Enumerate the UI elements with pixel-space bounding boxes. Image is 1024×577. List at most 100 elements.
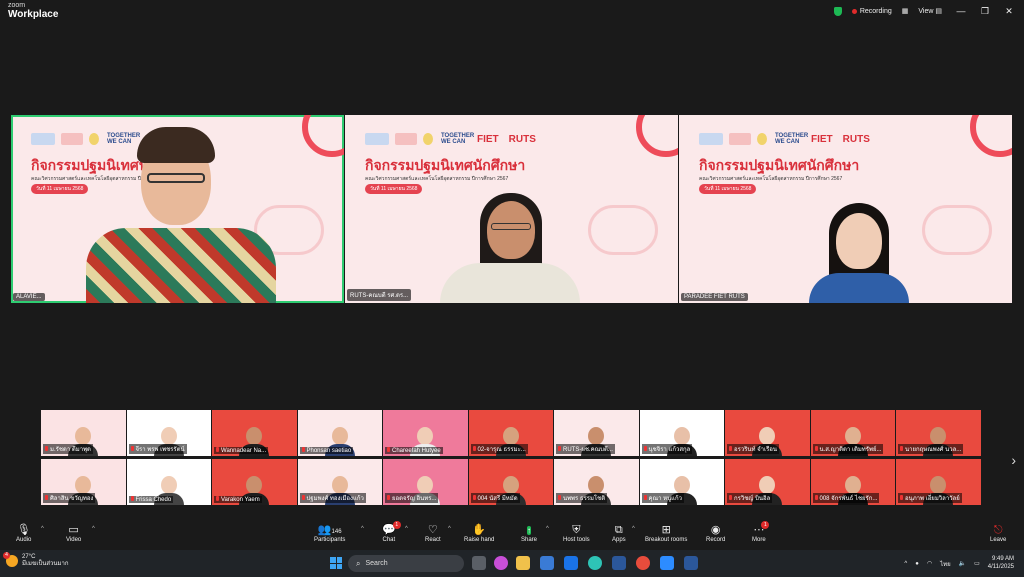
slide-logos: TOGETHER WE CAN FIET RUTS [699, 133, 872, 145]
more-button[interactable]: ⋯ 1 More [752, 521, 770, 543]
gallery-tile[interactable]: ยอดจรัญ อินทร... [383, 459, 469, 505]
mic-muted-icon [643, 446, 647, 451]
tray-app-icon[interactable]: ● [915, 561, 919, 567]
mic-muted-icon [216, 496, 219, 501]
gallery-tile[interactable]: จีรา พรพ เพชรรัตน์ [126, 410, 212, 456]
copilot-icon[interactable] [494, 556, 508, 570]
fiet-logo: FIET [811, 133, 833, 145]
gallery-tile[interactable]: อนุภาพ เอี่ยมวิลาวัลย์ [896, 459, 982, 505]
gallery-participant-name: 004 นัสรี มีหมัด [470, 493, 520, 503]
participants-icon: 👥146 [317, 524, 342, 536]
slide-title: กิจกรรมปฐมนิเทศนักศึกษา [699, 157, 860, 173]
slide-bubble-decoration [588, 205, 658, 255]
together-logo: TOGETHER WE CAN [441, 133, 475, 145]
weather-widget[interactable]: 4 27°C มีเมฆเป็นส่วนมาก [3, 552, 68, 568]
gallery-tile[interactable]: 004 นัสรี มีหมัด [468, 459, 554, 505]
store-icon[interactable] [540, 556, 554, 570]
minimize-icon[interactable]: — [952, 6, 970, 16]
slide-subtitle: คณะวิศวกรรมศาสตร์และเทคโนโลยีอุตสาหกรรม … [365, 176, 509, 182]
gallery-tile[interactable]: นพพร ธรรมโชติ [554, 459, 640, 505]
apps-caret-icon[interactable]: ^ [632, 526, 635, 532]
participant-video [804, 203, 914, 303]
video-caret-icon[interactable]: ^ [92, 526, 95, 532]
apps-label: Apps [612, 537, 626, 543]
task-view-icon[interactable] [472, 556, 486, 570]
recording-indicator[interactable]: Recording [851, 8, 892, 15]
outlook-icon[interactable] [564, 556, 578, 570]
slide-title: กิจกรรมปฐมนิเทศนักศึกษา [365, 157, 526, 173]
video-button[interactable]: ▭ Video [66, 523, 81, 543]
zoom-app-icon[interactable] [660, 556, 674, 570]
close-icon[interactable]: ✕ [1000, 6, 1018, 17]
gallery-name-text: Varakon Yaem [221, 497, 260, 503]
participants-button[interactable]: 👥146 Participants [314, 523, 345, 543]
gallery-tile[interactable]: Chareefah Hutyee [383, 410, 469, 456]
gallery-tile[interactable]: อรวรินท์ จำเรือน [725, 410, 811, 456]
gallery-tile[interactable]: Phonsan saetiao [297, 410, 383, 456]
word-icon[interactable] [684, 556, 698, 570]
gallery-tile[interactable]: คุณา หนูแก้ว [639, 459, 725, 505]
teams-icon[interactable] [612, 556, 626, 570]
heart-icon: ♡ [427, 524, 438, 536]
react-button[interactable]: ♡ React [425, 523, 441, 543]
chat-caret-icon[interactable]: ^ [405, 526, 408, 532]
gallery-participant-name: นุชจิรา แก้วสกุล [641, 444, 693, 454]
leave-button[interactable]: ⎋ Leave [990, 523, 1006, 543]
mic-muted-icon [729, 495, 732, 500]
gallery-tile[interactable]: 02-จารุณ ธรรมะ... [468, 410, 554, 456]
taskbar-search[interactable]: ⌕ Search [348, 555, 464, 572]
taskbar-clock[interactable]: 9:49 AM 4/11/2025 [988, 556, 1014, 572]
gallery-tile[interactable]: RUTS-ผช.คณบดี... [554, 410, 640, 456]
participant-name: PARADEE FIET RUTS [681, 293, 748, 301]
gallery-name-text: 004 นัสรี มีหมัด [477, 496, 518, 502]
audio-button[interactable]: 🎙 Audio [16, 523, 31, 543]
participants-caret-icon[interactable]: ^ [361, 526, 364, 532]
record-button[interactable]: ◉ Record [706, 523, 725, 543]
breakout-rooms-button[interactable]: ⊞ Breakout rooms [645, 523, 687, 543]
gallery-participant-name: Chareefah Hutyee [385, 447, 443, 454]
weather-sun-icon: 4 [3, 552, 18, 568]
gallery-tile[interactable]: 008 จักรพันธ์ ไชยรัก... [810, 459, 896, 505]
gallery-name-text: อรวรินท์ จำเรือน [734, 447, 778, 453]
mic-muted-icon [643, 495, 647, 500]
share-caret-icon[interactable]: ^ [546, 526, 549, 532]
wifi-icon[interactable]: ◠ [927, 560, 932, 567]
video-tile-2[interactable]: TOGETHER WE CAN FIET RUTS กิจกรรมปฐมนิเท… [345, 115, 678, 303]
speaker-icon[interactable]: 🔈 [959, 560, 966, 567]
gallery-tile[interactable]: Frissa Chedo [126, 459, 212, 505]
host-tools-button[interactable]: ⛨ Host tools [563, 523, 590, 543]
file-explorer-icon[interactable] [516, 556, 530, 570]
chat-button[interactable]: 💬 1 Chat [382, 521, 401, 543]
encryption-shield-icon[interactable] [833, 6, 842, 16]
gallery-tile[interactable]: ศิลาสิน ขวัญทอง [41, 459, 127, 505]
raise-hand-button[interactable]: ✋ Raise hand [464, 523, 494, 543]
edge-icon[interactable] [588, 556, 602, 570]
gallery-grid-icon[interactable]: ▦ [902, 7, 909, 15]
mic-muted-icon [558, 495, 561, 500]
react-caret-icon[interactable]: ^ [448, 526, 451, 532]
video-tile-1[interactable]: TOGETHER WE CAN กิจกรรมปฐมนิเทศนักศึกษา … [11, 115, 344, 303]
share-button[interactable]: ↑ Share [521, 523, 537, 543]
maximize-icon[interactable]: ❐ [976, 6, 994, 17]
gallery-tile[interactable]: Varakon Yaem [212, 459, 298, 505]
gallery-tile[interactable]: Wannadear Na... [212, 410, 298, 456]
windows-start-icon[interactable] [330, 557, 342, 569]
logo-icon [729, 133, 751, 145]
chrome-icon[interactable] [636, 556, 650, 570]
slide-decoration [302, 115, 344, 157]
audio-caret-icon[interactable]: ^ [41, 526, 44, 532]
apps-button[interactable]: ⧉ Apps [612, 523, 626, 543]
gallery-tile[interactable]: น.ส.ญาติดา เติมทรัพย์... [810, 410, 896, 456]
lang-indicator[interactable]: ไทย [940, 559, 951, 569]
gallery-tile[interactable]: ปฐมพงศ์ ทองเมืองแก้ว [297, 459, 383, 505]
gallery-tile[interactable]: นุชจิรา แก้วสกุล [639, 410, 725, 456]
battery-icon[interactable]: ▭ [974, 560, 980, 567]
tray-chevron-icon[interactable]: ^ [904, 561, 907, 567]
gallery-tile[interactable]: ม.รัชดา ดีมาพุด [41, 410, 127, 456]
gallery-participant-name: อรวรินท์ จำเรือน [727, 444, 780, 454]
view-button[interactable]: View ▤ [918, 7, 942, 16]
gallery-tile[interactable]: นายกฤษณพงศ์ นวล... [896, 410, 982, 456]
video-tile-3[interactable]: TOGETHER WE CAN FIET RUTS กิจกรรมปฐมนิเท… [679, 115, 1012, 303]
next-page-chevron-icon[interactable]: › [1011, 452, 1016, 468]
gallery-tile[interactable]: กรวิชญ์ บินอิล [725, 459, 811, 505]
